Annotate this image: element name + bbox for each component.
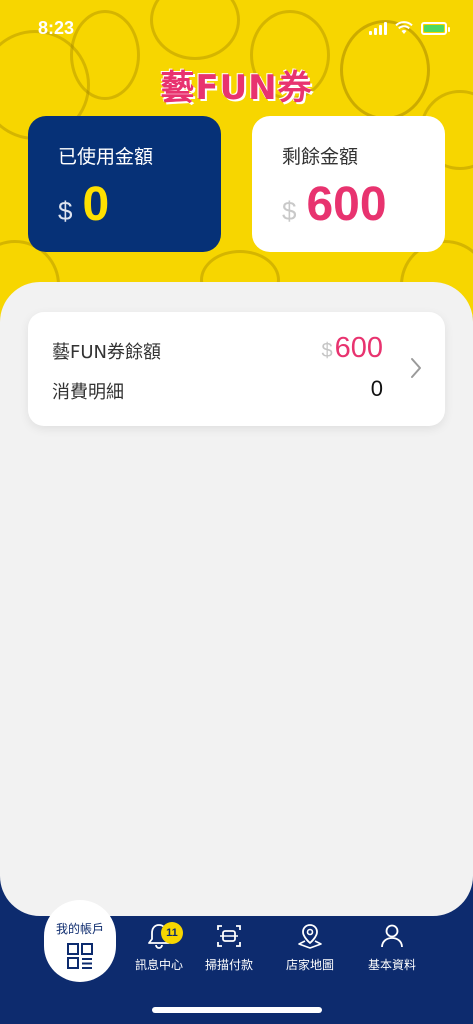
tab-store-map[interactable]: 店家地圖 xyxy=(275,922,345,973)
tab-my-account[interactable]: 我的帳戶 xyxy=(44,900,116,982)
used-amount-title: 已使用金額 xyxy=(58,146,154,168)
spending-detail-label: 消費明細 xyxy=(52,382,124,403)
status-icons xyxy=(369,21,450,35)
tab-message-center[interactable]: 11 訊息中心 xyxy=(124,922,194,973)
remaining-amount-value: 600 xyxy=(306,178,387,231)
currency-symbol: $ xyxy=(282,196,297,226)
tab-scan-pay[interactable]: 掃描付款 xyxy=(194,922,264,973)
currency-symbol: $ xyxy=(58,196,73,226)
spending-detail-count: 0 xyxy=(370,376,383,401)
tab-profile-label: 基本資料 xyxy=(367,958,416,972)
app-logo: 藝FUN券 xyxy=(160,68,313,108)
status-time: 8:23 xyxy=(38,17,75,38)
scan-icon xyxy=(217,925,241,947)
used-amount-card: 已使用金額 $ 0 xyxy=(28,116,221,252)
battery-icon xyxy=(421,21,450,35)
used-amount-value: 0 xyxy=(82,178,110,231)
wifi-icon xyxy=(395,21,413,34)
home-indicator[interactable] xyxy=(152,1007,322,1013)
tab-store-map-label: 店家地圖 xyxy=(285,958,334,972)
voucher-balance-label: 藝FUN券餘額 xyxy=(52,342,161,363)
notification-badge: 11 xyxy=(161,922,183,944)
qr-account-icon xyxy=(67,943,93,969)
signal-icon xyxy=(369,21,387,35)
remaining-amount: $ 600 xyxy=(282,177,445,232)
tab-message-center-label: 訊息中心 xyxy=(134,958,183,972)
status-bar: 8:23 xyxy=(0,0,473,56)
currency-symbol: $ xyxy=(321,340,333,362)
map-pin-icon xyxy=(298,924,322,949)
remaining-amount-card: 剩餘金額 $ 600 xyxy=(252,116,445,252)
voucher-balance-card[interactable]: 藝FUN券餘額 消費明細 $ 600 0 xyxy=(28,312,445,426)
user-icon xyxy=(381,924,403,948)
voucher-balance-amount: $ 600 xyxy=(321,332,383,365)
tab-profile[interactable]: 基本資料 xyxy=(357,922,427,973)
tab-scan-pay-label: 掃描付款 xyxy=(204,958,253,972)
used-amount: $ 0 xyxy=(58,177,221,232)
remaining-amount-title: 剩餘金額 xyxy=(282,146,359,168)
tab-my-account-label: 我的帳戶 xyxy=(55,922,104,936)
chevron-right-icon xyxy=(411,358,421,378)
voucher-balance-value: 600 xyxy=(334,332,383,364)
